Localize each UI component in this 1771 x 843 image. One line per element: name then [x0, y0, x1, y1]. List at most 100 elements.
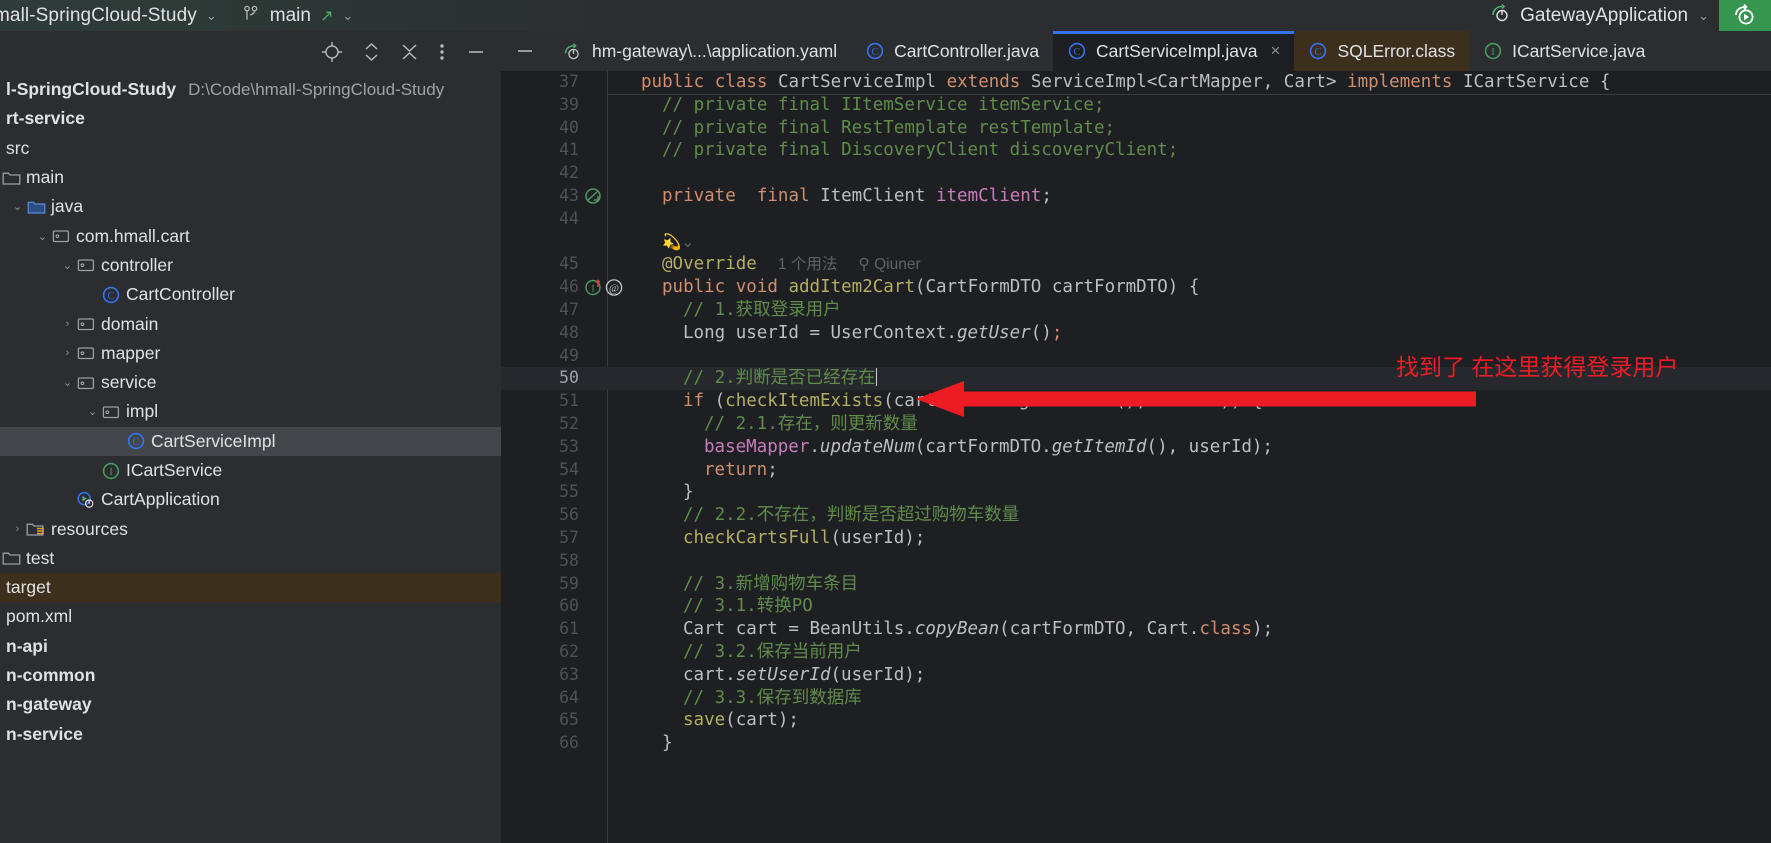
project-tree[interactable]: ›l-SpringCloud-StudyD:\Code\hmall-Spring… [0, 73, 501, 749]
code-line[interactable]: 47// 1.获取登录用户 [501, 299, 1771, 322]
package-icon [76, 343, 96, 363]
code-line[interactable]: 💫⌄ [501, 231, 1771, 254]
chevron-down-icon[interactable]: ⌄ [59, 376, 76, 389]
tree-row-cartserviceimpl[interactable]: ›CCartServiceImpl [0, 427, 501, 456]
title-bar: mall-SpringCloud-Study ⌄ main ↗ ⌄ Gatewa… [0, 0, 1771, 31]
tree-row-pom-xml[interactable]: ›pom.xml [0, 602, 501, 631]
tree-row-service[interactable]: ⌄service [0, 368, 501, 397]
branch-name-button[interactable]: main [270, 5, 311, 27]
tab-label: ICartService.java [1512, 41, 1645, 62]
tab-hm-gateway-application-yaml[interactable]: hm-gateway\...\application.yaml [549, 31, 851, 71]
tree-row-controller[interactable]: ⌄controller [0, 251, 501, 280]
override-gutter-icon[interactable]: I@ [583, 277, 627, 298]
locate-icon[interactable] [321, 41, 343, 63]
line-number: 50 [501, 367, 579, 390]
tree-row-n-common[interactable]: ›n-common [0, 661, 501, 690]
tree-row-domain[interactable]: ›domain [0, 309, 501, 338]
chevron-down-icon[interactable]: ⌄ [34, 230, 51, 243]
tab-cartserviceimpl-java[interactable]: CCartServiceImpl.java× [1053, 31, 1294, 71]
project-toolbar [0, 31, 501, 73]
chevron-down-icon[interactable]: ⌄ [59, 259, 76, 272]
code-line[interactable]: 39// private final IItemService itemServ… [501, 94, 1771, 117]
tree-row-n-service[interactable]: ›n-service [0, 720, 501, 749]
run-configuration-selector[interactable]: GatewayApplication ⌄ [1490, 3, 1709, 28]
code-line[interactable]: 60// 3.1.转换PO [501, 595, 1771, 618]
tree-row-n-gateway[interactable]: ›n-gateway [0, 690, 501, 719]
code-line[interactable]: 53baseMapper.updateNum(cartFormDTO.getIt… [501, 436, 1771, 459]
code-line[interactable]: 59// 3.新增购物车条目 [501, 573, 1771, 596]
code-text: Cart cart = BeanUtils.copyBean(cartFormD… [683, 618, 1273, 641]
tree-row-label: test [26, 548, 54, 569]
code-text: cart.setUserId(userId); [683, 664, 925, 687]
code-line[interactable]: 55} [501, 481, 1771, 504]
line-number: 61 [501, 618, 579, 641]
code-line[interactable]: 64// 3.3.保存到数据库 [501, 687, 1771, 710]
package-icon [76, 255, 96, 275]
project-name-button[interactable]: mall-SpringCloud-Study [0, 5, 197, 27]
tree-row-mapper[interactable]: ›mapper [0, 339, 501, 368]
code-line[interactable]: 63cart.setUserId(userId); [501, 664, 1771, 687]
code-line[interactable]: 56// 2.2.不存在，判断是否超过购物车数量 [501, 504, 1771, 527]
chevron-down-icon[interactable]: ⌄ [9, 200, 26, 213]
line-number: 47 [501, 299, 579, 322]
close-icon[interactable]: × [1271, 41, 1281, 61]
tree-row-test[interactable]: ›test [0, 544, 501, 573]
code-line[interactable]: 65save(cart); [501, 709, 1771, 732]
chevron-right-icon[interactable]: › [59, 318, 76, 330]
chevron-down-icon[interactable]: ⌄ [84, 405, 101, 418]
tree-row-main[interactable]: ›main [0, 163, 501, 192]
code-line[interactable]: 61 Cart cart = BeanUtils.copyBean(cartFor… [501, 618, 1771, 641]
collapse-all-icon[interactable] [400, 41, 419, 63]
code-line[interactable]: 44 [501, 208, 1771, 231]
code-line[interactable]: 37public class CartServiceImpl extends S… [501, 71, 1771, 94]
code-line[interactable]: 48Long userId = UserContext.getUser(); [501, 322, 1771, 345]
spring-bean-inlay-icon[interactable]: 💫⌄ [662, 234, 694, 251]
tab-sqlerror-class[interactable]: CSQLError.class [1294, 31, 1469, 71]
run-config-chevron-down-icon[interactable]: ⌄ [1698, 8, 1709, 24]
code-line[interactable]: 45@Override 1 个用法 ⚲ Qiuner [501, 253, 1771, 276]
tree-row-rt-service[interactable]: ›rt-service [0, 104, 501, 133]
editor-area: hm-gateway\...\application.yamlCCartCont… [501, 31, 1771, 843]
tree-row-cartapplication[interactable]: ›CartApplication [0, 485, 501, 514]
code-line[interactable]: 54return; [501, 459, 1771, 482]
hide-panel-icon[interactable] [465, 41, 487, 63]
tree-row-cartcontroller[interactable]: ›CCartController [0, 280, 501, 309]
tree-row-impl[interactable]: ⌄ impl [0, 397, 501, 426]
tree-row-n-api[interactable]: ›n-api [0, 632, 501, 661]
more-options-icon[interactable] [439, 41, 445, 63]
tree-row-java[interactable]: ⌄java [0, 192, 501, 221]
tree-row-label: ICartService [126, 460, 222, 481]
tab-cartcontroller-java[interactable]: CCartController.java [851, 31, 1053, 71]
branch-chevron-down-icon[interactable]: ⌄ [342, 8, 353, 24]
tree-row-resources[interactable]: ›resources [0, 514, 501, 543]
push-arrow-icon[interactable]: ↗ [320, 6, 333, 26]
expand-collapse-icon[interactable] [363, 41, 380, 63]
code-editor[interactable]: 37public class CartServiceImpl extends S… [501, 71, 1771, 843]
code-line[interactable]: 58 [501, 550, 1771, 573]
chevron-right-icon[interactable]: › [59, 347, 76, 359]
tree-row-icartservice[interactable]: ›IICartService [0, 456, 501, 485]
tab-icartservice-java[interactable]: IICartService.java [1469, 31, 1659, 71]
code-line[interactable]: 62// 3.2.保存当前用户 [501, 641, 1771, 664]
chevron-down-icon[interactable]: ⌄ [206, 8, 217, 24]
code-text: save(cart); [683, 709, 799, 732]
chevron-right-icon[interactable]: › [9, 523, 26, 535]
code-line[interactable]: 40// private final RestTemplate restTemp… [501, 117, 1771, 140]
code-line[interactable]: 57checkCartsFull(userId); [501, 527, 1771, 550]
editor-tabs[interactable]: hm-gateway\...\application.yamlCCartCont… [501, 31, 1771, 71]
code-text: baseMapper.updateNum(cartFormDTO.getItem… [704, 436, 1273, 459]
code-line[interactable]: 46I@public void addItem2Cart(CartFormDTO… [501, 276, 1771, 299]
tree-row-label: impl [126, 401, 158, 422]
tree-row-target[interactable]: ›target [0, 573, 501, 602]
code-line[interactable]: 41// private final DiscoveryClient disco… [501, 139, 1771, 162]
svg-text:C: C [1074, 47, 1081, 58]
tree-row-l-springcloud-study[interactable]: ›l-SpringCloud-StudyD:\Code\hmall-Spring… [0, 75, 501, 104]
spring-bean-gutter-icon[interactable] [583, 186, 627, 207]
tree-row-com-hmall-cart[interactable]: ⌄com.hmall.cart [0, 221, 501, 250]
code-line[interactable]: 66} [501, 732, 1771, 755]
code-line[interactable]: 43private final ItemClient itemClient; [501, 185, 1771, 208]
hide-editor-tabs-icon[interactable] [501, 31, 549, 71]
run-button[interactable] [1719, 0, 1771, 31]
code-line[interactable]: 42 [501, 162, 1771, 185]
tree-row-src[interactable]: ›src [0, 134, 501, 163]
